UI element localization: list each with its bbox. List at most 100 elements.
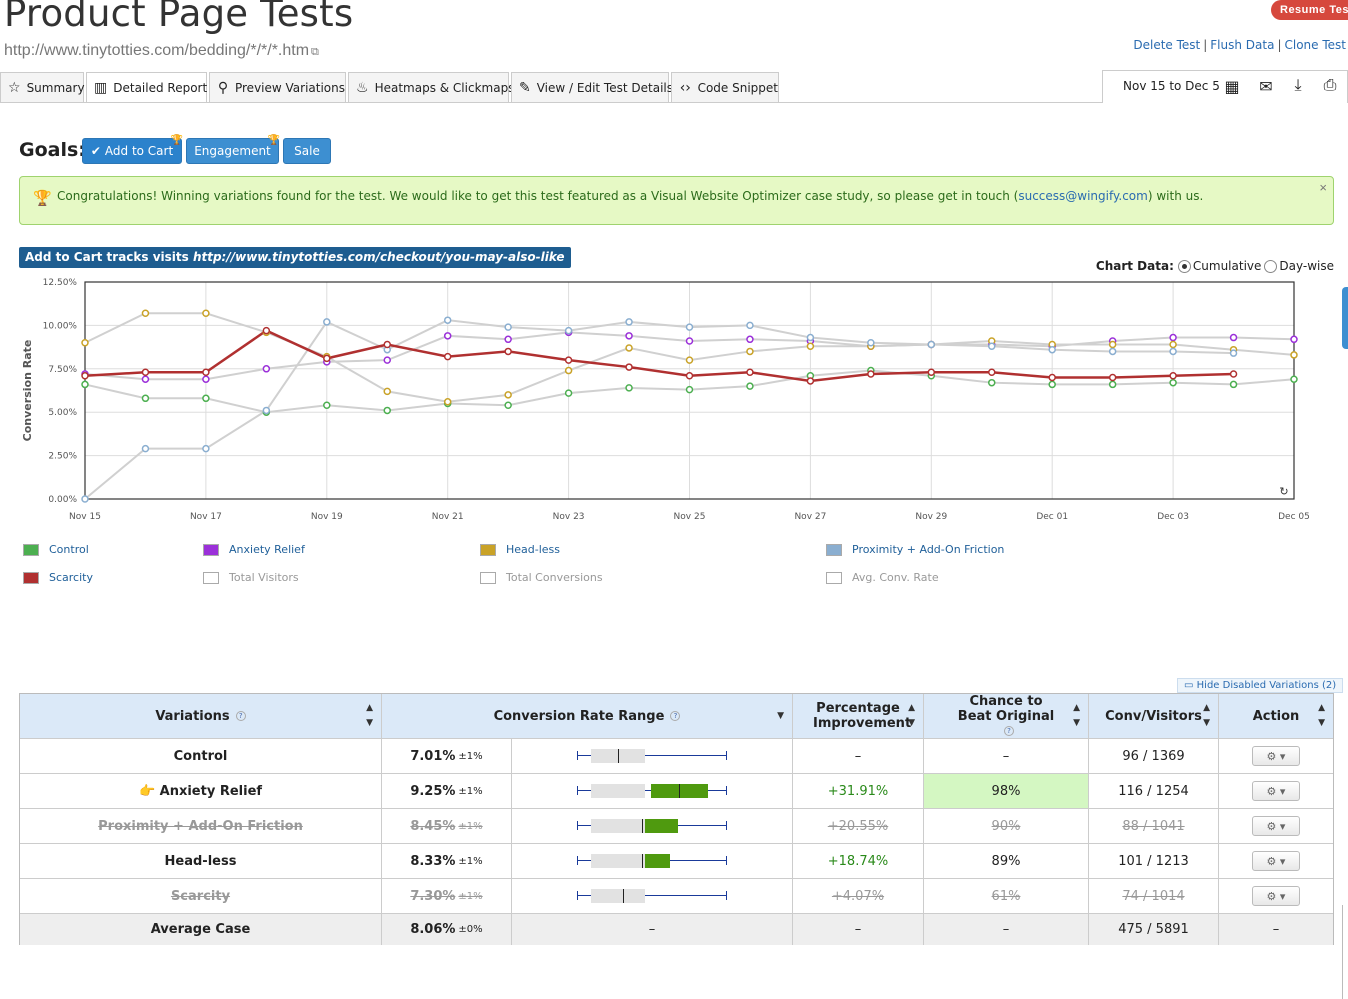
hide-disabled-variations-button[interactable]: ▭ Hide Disabled Variations (2) — [1177, 678, 1344, 693]
action-cell: ⚙ ▾ — [1219, 809, 1333, 843]
col-action[interactable]: Action ▲ ▼ — [1219, 694, 1333, 738]
calendar-icon[interactable]: ▦ — [1223, 77, 1241, 97]
feedback-tab[interactable] — [1342, 287, 1348, 349]
sort-icon[interactable]: ▲ ▼ — [908, 701, 915, 731]
range-median — [679, 784, 681, 798]
test-url[interactable]: http://www.tinytotties.com/bedding/*/*/*… — [4, 42, 319, 60]
variation-name[interactable]: Head-less — [20, 844, 382, 878]
test-url-text[interactable]: http://www.tinytotties.com/bedding/*/*/*… — [4, 42, 309, 59]
data-point — [806, 342, 815, 350]
close-icon[interactable]: × — [1319, 180, 1327, 195]
data-point — [564, 356, 573, 364]
legend-item[interactable]: Control — [23, 543, 89, 556]
data-point — [1048, 380, 1056, 389]
help-icon[interactable]: ? — [1004, 726, 1014, 736]
cumulative-label[interactable]: Cumulative — [1193, 259, 1262, 273]
conversion-rate: 7.30% ±1% — [382, 879, 512, 913]
download-icon[interactable]: ⤓ — [1289, 77, 1307, 95]
goals-label: Goals: — [19, 139, 86, 161]
whisker-cap — [726, 751, 727, 760]
data-point — [625, 332, 633, 340]
print-icon[interactable]: ⎙ — [1321, 77, 1339, 95]
help-icon[interactable]: ? — [235, 711, 246, 721]
goal-label: Add to Cart — [104, 144, 174, 158]
col-conv-visitors[interactable]: Conv/Visitors ▲ ▼ — [1089, 694, 1219, 738]
data-point — [202, 394, 210, 403]
col-variations[interactable]: Variations? ▲ ▼ — [20, 694, 382, 738]
variation-name[interactable]: Proximity + Add-On Friction — [20, 809, 382, 843]
legend-item[interactable]: Anxiety Relief — [203, 543, 305, 556]
sort-icon[interactable]: ▲ ▼ — [1073, 701, 1080, 731]
tab-label: Summary — [26, 80, 85, 95]
chance-to-beat: 90% — [924, 809, 1089, 843]
x-tick-label: Nov 27 — [794, 512, 826, 522]
resume-test-button[interactable]: Resume Test — [1271, 0, 1348, 20]
flush-data-link[interactable]: Flush Data — [1210, 38, 1274, 52]
tab-label: Preview Variations — [234, 80, 345, 95]
tab-code-snippet[interactable]: ‹› Code Snippet — [671, 72, 779, 102]
sort-icon[interactable]: ▲ ▼ — [366, 701, 373, 731]
data-point — [1048, 345, 1056, 354]
legend-label: Total Conversions — [506, 571, 603, 584]
percentage-improvement: +31.91% — [793, 774, 924, 808]
refresh-icon[interactable]: ↻ — [1279, 486, 1288, 498]
data-point — [685, 323, 694, 331]
external-link-icon[interactable]: ⧉ — [311, 46, 319, 58]
dropdown-icon[interactable]: ▼ — [777, 709, 784, 724]
daywise-label[interactable]: Day-wise — [1279, 259, 1334, 273]
action-gear-button[interactable]: ⚙ ▾ — [1252, 851, 1300, 871]
cumulative-radio[interactable] — [1177, 259, 1191, 273]
goal-engagement-button[interactable]: Engagement 🏆 — [186, 135, 280, 164]
data-point — [806, 377, 815, 385]
legend-item[interactable]: Avg. Conv. Rate — [826, 571, 939, 584]
tab-summary[interactable]: ☆ Summary — [0, 72, 85, 102]
wrench-icon: ✎ — [519, 79, 531, 96]
goal-sale-button[interactable]: Sale — [283, 138, 331, 164]
col-chance-to-beat[interactable]: Chance to Beat Original? ▲ ▼ — [924, 694, 1089, 738]
variation-name[interactable]: Control — [20, 739, 382, 773]
daywise-radio[interactable] — [1264, 259, 1278, 273]
data-point — [746, 382, 754, 390]
action-gear-button[interactable]: ⚙ ▾ — [1252, 886, 1300, 906]
help-icon[interactable]: ? — [670, 711, 681, 721]
date-range[interactable]: Nov 15 to Dec 5 — [1123, 79, 1220, 93]
variation-name[interactable]: Scarcity — [20, 879, 382, 913]
sort-icon[interactable]: ▲ ▼ — [1318, 701, 1325, 731]
tab-edit-test-details[interactable]: ✎ View / Edit Test Details — [511, 72, 673, 102]
legend-item[interactable]: Proximity + Add-On Friction — [826, 543, 1004, 556]
tab-detailed-report[interactable]: ▥ Detailed Report — [86, 72, 207, 103]
variation-name[interactable]: 👉 Anxiety Relief — [20, 774, 382, 808]
conversion-range-bar — [512, 809, 793, 843]
legend-item[interactable]: Scarcity — [23, 571, 93, 584]
email-icon[interactable]: ✉ — [1257, 77, 1275, 97]
action-gear-button[interactable]: ⚙ ▾ — [1252, 746, 1300, 766]
range-median — [642, 854, 644, 868]
delete-test-link[interactable]: Delete Test — [1133, 38, 1200, 52]
data-point — [383, 406, 391, 415]
data-point — [988, 368, 996, 377]
conv-visitors: 88 / 1041 — [1089, 809, 1219, 843]
average-cell: 475 / 5891 — [1089, 914, 1219, 945]
goal-url[interactable]: http://www.tinytotties.com/checkout/you-… — [193, 250, 565, 264]
email-link[interactable]: success@wingify.com — [1018, 189, 1148, 203]
legend-label: Total Visitors — [229, 571, 299, 584]
sort-icon[interactable]: ▲ ▼ — [1203, 701, 1210, 731]
clone-test-link[interactable]: Clone Test — [1285, 38, 1347, 52]
chart-goal-header: Add to Cart tracks visits http://www.tin… — [19, 247, 571, 268]
legend-item[interactable]: Total Visitors — [203, 571, 299, 584]
goal-add-to-cart-button[interactable]: ✔ Add to Cart 🏆 — [82, 135, 183, 164]
action-gear-button[interactable]: ⚙ ▾ — [1252, 816, 1300, 836]
action-gear-button[interactable]: ⚙ ▾ — [1252, 781, 1300, 801]
data-point — [504, 391, 512, 399]
code-icon: ‹› — [679, 79, 691, 96]
data-point — [867, 370, 875, 378]
tab-preview-variations[interactable]: ⚲ Preview Variations — [209, 72, 346, 102]
tab-heatmaps[interactable]: ♨ Heatmaps & Clickmaps — [348, 72, 514, 102]
data-point — [806, 333, 815, 342]
col-conversion-rate-range[interactable]: Conversion Rate Range? ▼ — [382, 694, 793, 738]
col-percentage-improvement[interactable]: Percentage Improvement ▲ ▼ — [793, 694, 924, 738]
legend-item[interactable]: Head-less — [480, 543, 560, 556]
conv-visitors: 101 / 1213 — [1089, 844, 1219, 878]
legend-item[interactable]: Total Conversions — [480, 571, 603, 584]
legend-label: Anxiety Relief — [229, 543, 305, 556]
